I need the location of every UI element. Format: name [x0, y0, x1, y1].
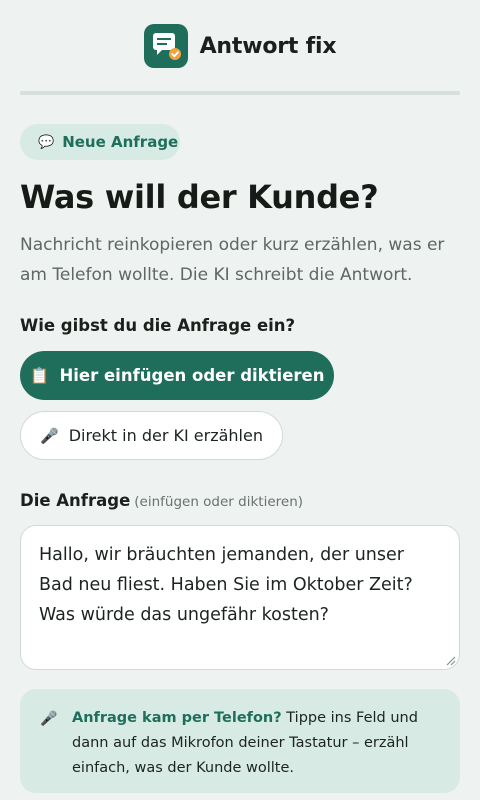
chat-check-icon	[143, 24, 188, 68]
tell-ai-directly-label: Direkt in der KI erzählen	[68, 426, 263, 445]
page-subtitle: Nachricht reinkopieren oder kurz erzähle…	[20, 235, 445, 285]
request-field-title: Die Anfrage	[20, 491, 131, 510]
status-badge-label: Neue Anfrage	[62, 133, 179, 151]
status-badge: 💬 Neue Anfrage	[20, 124, 180, 160]
header-divider	[20, 91, 460, 95]
phone-tip-box: 🎤 Anfrage kam per Telefon? Tippe ins Fel…	[20, 689, 460, 793]
phone-tip-heading: Anfrage kam per Telefon?	[72, 710, 282, 726]
page-title: Was will der Kunde?	[20, 178, 379, 216]
request-field-label: Die Anfrage (einfügen oder diktieren)	[20, 491, 303, 510]
paste-or-dictate-label: Hier einfügen oder diktieren	[59, 366, 325, 385]
request-field-hint: (einfügen oder diktieren)	[134, 494, 304, 510]
microphone-icon: 🎤	[40, 711, 58, 727]
app-title: Antwort fix	[199, 33, 337, 59]
request-textarea[interactable]: Hallo, wir bräuchten jemanden, der unser…	[20, 525, 460, 670]
tell-ai-directly-button[interactable]: 🎤 Direkt in der KI erzählen	[20, 411, 283, 460]
speech-bubble-icon: 💬	[38, 134, 55, 150]
microphone-icon: 🎤	[40, 426, 59, 445]
clipboard-icon: 📋	[29, 366, 50, 385]
paste-or-dictate-button[interactable]: 📋 Hier einfügen oder diktieren	[20, 351, 334, 400]
app-header: Antwort fix	[0, 0, 480, 92]
input-method-label: Wie gibst du die Anfrage ein?	[20, 316, 296, 335]
resize-handle-icon[interactable]	[446, 656, 456, 666]
